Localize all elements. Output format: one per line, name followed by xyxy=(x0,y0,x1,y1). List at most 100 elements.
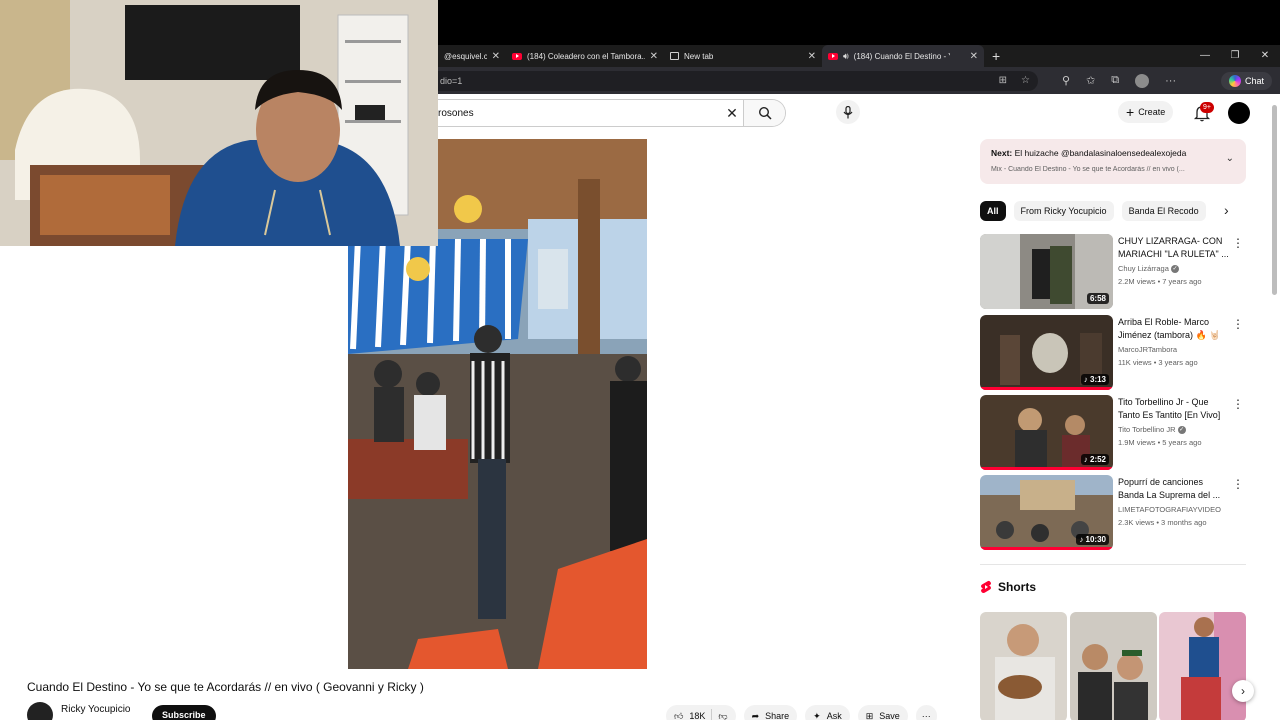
divider xyxy=(711,709,713,720)
list-item[interactable]: ♪ 3:13 Arriba El Roble- Marco Jiménez (t… xyxy=(980,315,1246,391)
verified-icon: ✓ xyxy=(1177,426,1186,435)
chevron-right-icon[interactable]: › xyxy=(1224,202,1229,218)
save-button[interactable]: ⊞ Save xyxy=(857,705,908,720)
tab-title: (184) Coleadero con el Tambora... xyxy=(527,51,645,61)
short-card[interactable] xyxy=(1070,612,1157,720)
minimize-icon[interactable]: — xyxy=(1190,45,1220,67)
notification-count-badge: 9+ xyxy=(1200,102,1214,113)
recommendation-title[interactable]: Arriba El Roble- Marco Jiménez (tambora)… xyxy=(1118,316,1230,342)
chip-from-channel[interactable]: From Ricky Yocupicio xyxy=(1013,201,1114,221)
shorts-next-button[interactable]: › xyxy=(1232,680,1254,702)
create-label: Create xyxy=(1138,107,1166,117)
search-button[interactable] xyxy=(743,100,785,126)
shorts-title: Shorts xyxy=(998,580,1037,594)
short-thumbnail-image xyxy=(1159,612,1246,720)
video-thumbnail[interactable]: 6:58 xyxy=(980,234,1113,309)
short-card[interactable] xyxy=(980,612,1067,720)
chat-label: Chat xyxy=(1244,75,1264,86)
recommendation-title[interactable]: CHUY LIZARRAGA- CON MARIACHI "LA RULETA"… xyxy=(1118,235,1230,261)
chip-banda-el-recodo[interactable]: Banda El Recodo xyxy=(1121,201,1206,221)
share-button[interactable]: ➦ Share xyxy=(743,705,798,720)
new-tab-plus-icon[interactable]: + xyxy=(992,48,1000,64)
tab-new-tab[interactable]: New tab ✕ xyxy=(664,45,822,67)
close-icon[interactable]: ✕ xyxy=(492,51,500,62)
search-icon xyxy=(758,106,772,120)
playlist-next-panel[interactable]: Next: El huizache @bandalasinaloensedeal… xyxy=(980,139,1246,184)
close-icon[interactable]: ✕ xyxy=(650,51,658,62)
close-icon[interactable]: ✕ xyxy=(808,51,816,62)
search-input[interactable]: rosones xyxy=(438,108,721,119)
channel-text: LIMETAFOTOGRAFIAYVIDEO xyxy=(1118,505,1221,514)
app-available-icon[interactable]: ⊞ xyxy=(999,71,1007,91)
next-up-line: Next: El huizache @bandalasinaloensedeal… xyxy=(991,148,1211,158)
url-text: dio=1 xyxy=(440,75,463,86)
more-vertical-icon[interactable]: ⋮ xyxy=(1232,477,1244,491)
page-scrollbar[interactable] xyxy=(1272,105,1277,295)
window-controls: — ❐ ✕ xyxy=(1190,45,1280,67)
new-tab-icon xyxy=(670,52,679,60)
copilot-chat-button[interactable]: Chat xyxy=(1220,71,1272,90)
recommendation-channel[interactable]: Chuy Lizárraga ✓ xyxy=(1118,264,1179,274)
next-label: Next: xyxy=(991,148,1013,158)
recommendation-title[interactable]: Popurrí de canciones Banda La Suprema de… xyxy=(1118,476,1230,502)
screen: @esquivel.cx ✕ (184) Coleadero con el Ta… xyxy=(0,0,1280,720)
collections-icon[interactable]: ⧉ xyxy=(1111,74,1119,87)
list-item[interactable]: 6:58 CHUY LIZARRAGA- CON MARIACHI "LA RU… xyxy=(980,234,1246,310)
video-action-row: 👍︎ 18K 👎︎ ➦ Share ✦ Ask ⊞ Save ··· xyxy=(666,705,937,720)
profile-icon[interactable] xyxy=(1135,73,1150,88)
tab-cuando-el-destino[interactable]: 🔊︎ (184) Cuando El Destino - Yo... ✕ xyxy=(822,45,984,67)
speaker-icon[interactable]: 🔊︎ xyxy=(843,51,849,62)
video-thumbnail[interactable]: ♪ 10:30 xyxy=(980,475,1113,550)
tab-esquivel[interactable]: @esquivel.cx ✕ xyxy=(438,45,506,67)
channel-text: MarcoJRTambora xyxy=(1118,345,1178,354)
recommendation-title[interactable]: Tito Torbellino Jr - Que Tanto Es Tantit… xyxy=(1118,396,1230,422)
ask-button[interactable]: ✦ Ask xyxy=(805,705,850,720)
address-bar-row: dio=1 ⊞ ☆ ⚲ ✩ ⧉ ··· Chat xyxy=(438,67,1280,94)
voice-search-button[interactable] xyxy=(836,100,860,124)
recommendation-channel[interactable]: Tito Torbellino JR ✓ xyxy=(1118,425,1186,435)
maximize-icon[interactable]: ❐ xyxy=(1220,45,1250,67)
channel-name[interactable]: Ricky Yocupicio xyxy=(61,704,130,715)
duration-badge: ♪ 2:52 xyxy=(1080,454,1109,465)
search-box[interactable]: rosones ✕ xyxy=(438,99,786,127)
youtube-favicon-icon xyxy=(512,52,522,60)
youtube-header: rosones ✕ + Create 9+ xyxy=(438,94,1280,132)
sparkle-icon: ✦ xyxy=(813,710,821,720)
dislike-icon[interactable]: 👎︎ xyxy=(718,711,727,720)
window-close-icon[interactable]: ✕ xyxy=(1250,45,1280,67)
webcam-feed-image xyxy=(0,0,438,246)
list-item[interactable]: ♪ 10:30 Popurrí de canciones Banda La Su… xyxy=(980,475,1246,551)
short-card[interactable] xyxy=(1159,612,1246,720)
like-count[interactable]: 18K xyxy=(689,711,705,720)
chevron-down-icon[interactable]: ⌄ xyxy=(1226,153,1234,164)
account-avatar[interactable] xyxy=(1228,102,1250,124)
favorite-star-icon[interactable]: ☆ xyxy=(1021,71,1030,91)
close-icon[interactable]: ✕ xyxy=(970,51,978,62)
clear-search-icon[interactable]: ✕ xyxy=(721,105,743,122)
tab-coleadero[interactable]: (184) Coleadero con el Tambora... ✕ xyxy=(506,45,664,67)
extensions-icon[interactable]: ⚲ xyxy=(1062,74,1070,87)
tab-title: @esquivel.cx xyxy=(444,51,487,61)
more-vertical-icon[interactable]: ⋮ xyxy=(1232,236,1244,250)
channel-avatar[interactable] xyxy=(27,702,53,720)
create-button[interactable]: + Create xyxy=(1118,101,1174,123)
list-item[interactable]: ♪ 2:52 Tito Torbellino Jr - Que Tanto Es… xyxy=(980,395,1246,471)
shorts-logo-icon xyxy=(981,580,991,593)
chip-all[interactable]: All xyxy=(980,201,1006,221)
favorites-icon[interactable]: ✩ xyxy=(1086,74,1095,87)
watched-progress-bar xyxy=(980,387,1113,390)
more-menu-icon[interactable]: ··· xyxy=(1165,75,1176,87)
video-thumbnail[interactable]: ♪ 2:52 xyxy=(980,395,1113,470)
webcam-overlay xyxy=(0,0,438,246)
video-thumbnail[interactable]: ♪ 3:13 xyxy=(980,315,1113,390)
like-icon[interactable]: 👍︎ xyxy=(674,711,683,720)
more-vertical-icon[interactable]: ⋮ xyxy=(1232,397,1244,411)
url-field[interactable]: dio=1 ⊞ ☆ xyxy=(438,70,1038,91)
recommendation-channel[interactable]: MarcoJRTambora xyxy=(1118,345,1177,354)
more-actions-button[interactable]: ··· xyxy=(915,705,937,720)
more-vertical-icon[interactable]: ⋮ xyxy=(1232,317,1244,331)
save-label: Save xyxy=(879,711,900,720)
recommendation-channel[interactable]: LIMETAFOTOGRAFIAYVIDEO xyxy=(1118,505,1221,514)
recommendation-meta: 11K views • 3 years ago xyxy=(1118,358,1198,367)
subscribe-button[interactable]: Subscribe xyxy=(152,705,216,720)
